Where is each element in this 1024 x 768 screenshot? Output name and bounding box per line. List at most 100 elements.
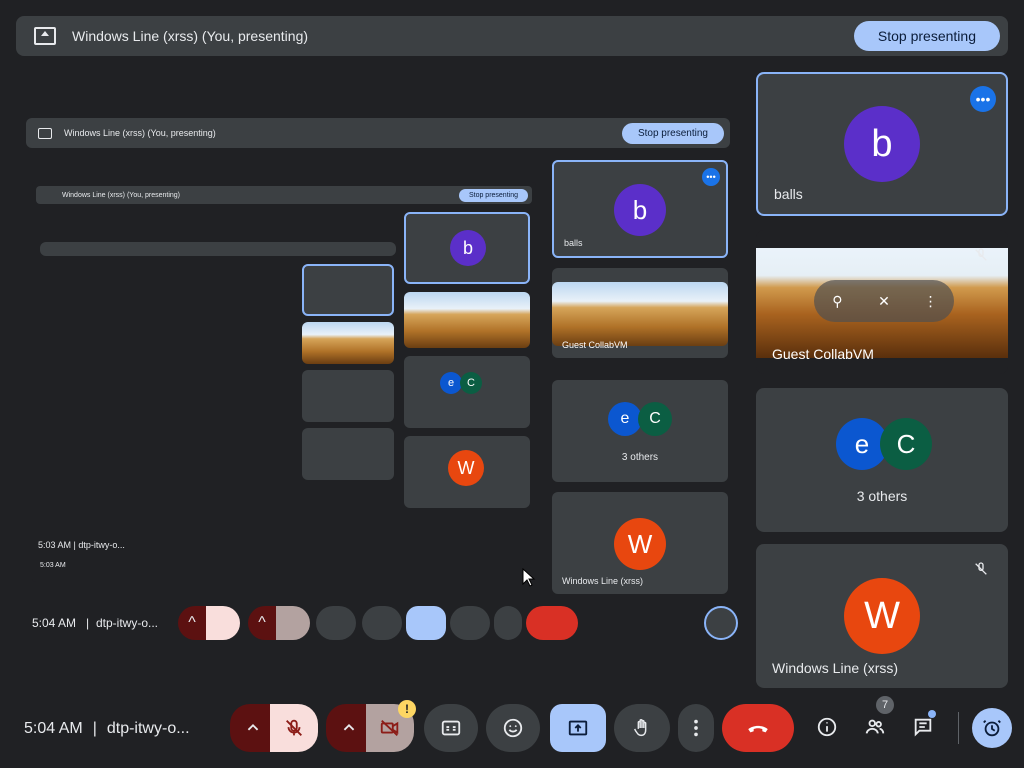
avatar: C [638,402,672,436]
more-options-icon[interactable]: ••• [970,86,996,112]
mirror-controls: 5:04 AM | dtp-itwy-o... ^ ^ [30,606,750,642]
avatar: b [844,106,920,182]
emoji-icon [503,718,523,738]
mic-options-arrow: ^ [178,606,206,640]
chevron-up-icon [343,723,355,731]
more-vert-icon [494,606,522,640]
tile-hover-controls[interactable]: ⚲ ✕ ⋮ [814,280,954,322]
mouse-cursor-icon [522,568,536,587]
present-icon [568,720,588,736]
nested-stop-button: Stop presenting [458,188,528,202]
video-feed [404,292,530,348]
avatar: b [450,230,486,266]
clock: 5:04 AM [24,720,83,737]
participant-tile-guest[interactable]: ⚲ ✕ ⋮ Guest CollabVM [756,230,1008,374]
mirror-tile-guest: Guest CollabVM [552,268,728,358]
raise-hand-icon [634,719,647,737]
present-icon [406,606,446,640]
participant-tile-windows[interactable]: W Windows Line (xrss) [756,544,1008,688]
deeper-banner [40,242,396,256]
avatar: W [614,518,666,570]
mirror-stop-button: Stop presenting [621,122,724,144]
meeting-code: dtp-itwy-o... [106,720,190,737]
mic-off-icon [206,606,240,640]
more-vert-icon [694,719,698,737]
tile-name: 3 others [856,488,908,504]
nested-banner: Windows Line (xrss) (You, presenting) St… [36,186,532,204]
nested-tile: b [404,212,530,284]
chat-icon [914,718,932,737]
mirror-tile-others: e C 3 others [552,380,728,482]
participant-tile-balls[interactable]: b ••• balls [756,72,1008,216]
captions-icon [316,606,356,640]
stop-presenting-button[interactable]: Stop presenting [853,21,1000,51]
more-options-icon: ••• [702,168,720,186]
people-button[interactable] [860,712,890,742]
emoji-button[interactable] [486,704,540,752]
mic-toggle-button[interactable] [270,704,318,752]
camera-off-icon [276,606,310,640]
tile-name: Guest CollabVM [772,346,874,362]
mirror-title: Windows Line (xrss) (You, presenting) [64,128,216,138]
inner-time: 5:03 AM [38,540,72,550]
present-icon [38,127,52,139]
camera-warning-badge: ! [398,700,416,718]
people-count-badge: 7 [876,696,894,714]
avatar: b [614,184,666,236]
tile-name: balls [564,238,583,248]
activities-icon [983,720,1001,737]
mirror-tile-windows: W Windows Line (xrss) [552,492,728,594]
tile-name: Windows Line (xrss) [772,660,899,676]
tile-name: 3 others [621,452,659,463]
mirror-time: 5:04 AM [32,616,77,630]
captions-button[interactable] [424,704,478,752]
deeper-tile [302,370,394,422]
activities-button[interactable] [972,708,1012,748]
participant-tile-others[interactable]: e C 3 others [756,388,1008,532]
cam-options-arrow: ^ [248,606,276,640]
chevron-up-icon [247,723,259,731]
video-feed [302,322,394,364]
inner-code: dtp-itwy-o... [78,540,125,550]
separator: | [92,720,97,737]
end-call-icon [526,606,578,640]
mirror-code: dtp-itwy-o... [96,616,159,630]
avatar: C [460,372,482,394]
mirror-tile-balls: b ••• balls [552,160,728,258]
video-feed [552,282,728,346]
avatar: e [608,402,642,436]
deeper-mirror [40,242,396,492]
mirror-inner-time: 5:03 AM | dtp-itwy-o... [38,540,125,550]
mirror-banner: Windows Line (xrss) (You, presenting) St… [26,118,730,148]
activities-icon [704,606,738,640]
captions-icon [441,720,461,736]
presentation-stage: Windows Line (xrss) (You, presenting) St… [22,110,740,650]
deeper-tile [302,428,394,480]
people-icon [865,719,885,734]
chat-notification-dot [928,710,936,718]
deeper-tile [302,264,394,316]
nested-time: 5:03 AM [40,562,66,569]
leave-call-button[interactable] [722,704,794,752]
more-vert-icon[interactable]: ⋮ [921,291,941,311]
presenting-title: Windows Line (xrss) (You, presenting) [72,28,309,44]
meeting-info-button[interactable] [812,712,842,742]
nested-title: Windows Line (xrss) (You, presenting) [62,191,181,199]
emoji-icon [362,606,402,640]
pin-icon[interactable]: ⚲ [827,291,847,311]
more-options-button[interactable] [678,704,714,752]
avatar: W [448,450,484,486]
avatar: e [440,372,462,394]
info-icon [817,717,837,737]
nested-tile: e C [404,356,530,428]
toolbar-divider [958,712,959,744]
tile-name: Guest CollabVM [562,340,628,350]
mic-off-icon[interactable]: ✕ [874,291,894,311]
presenting-banner: Windows Line (xrss) (You, presenting) St… [16,16,1008,56]
mic-off-icon [286,719,302,736]
raise-hand-button[interactable] [614,704,670,752]
avatar: W [844,578,920,654]
end-call-icon [748,725,768,733]
present-button[interactable] [550,704,606,752]
mic-off-icon [972,246,990,264]
